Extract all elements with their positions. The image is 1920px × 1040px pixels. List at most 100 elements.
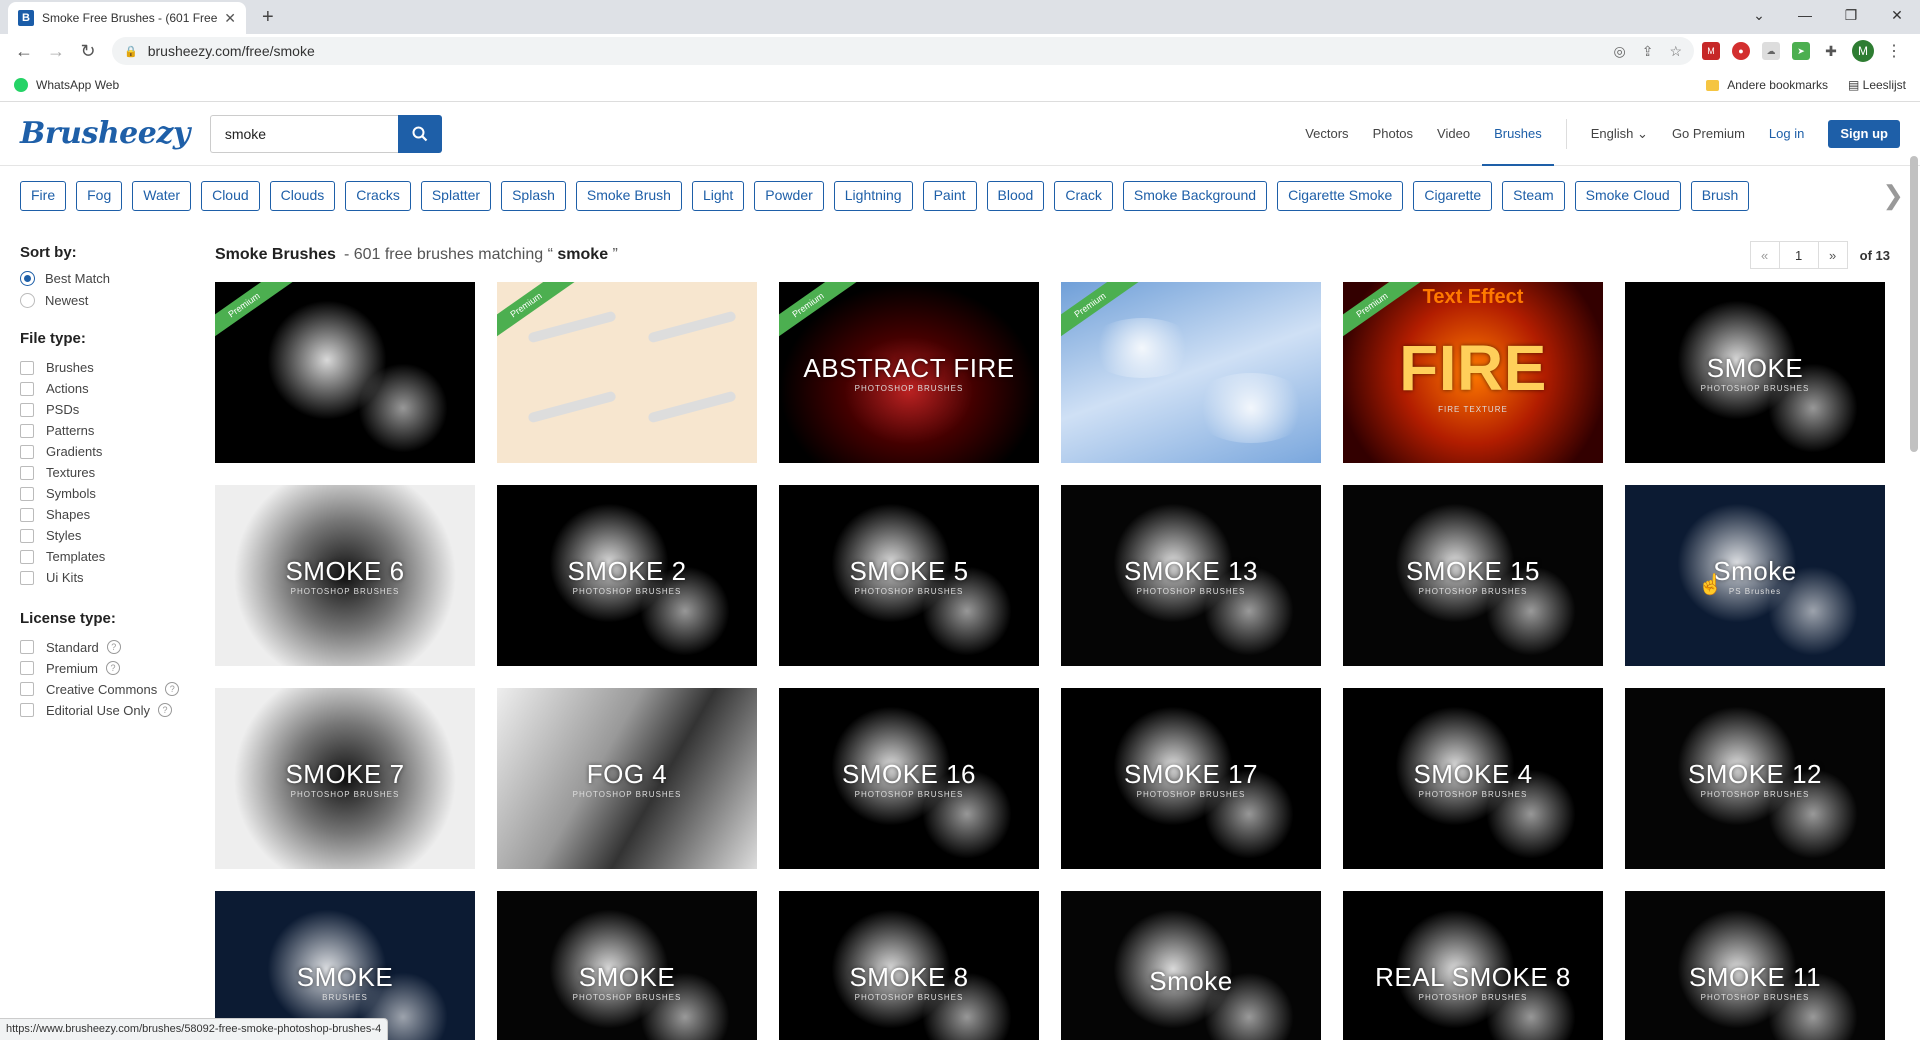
tag-smoke-cloud[interactable]: Smoke Cloud	[1574, 181, 1681, 211]
checkbox[interactable]	[20, 360, 34, 375]
checkbox[interactable]	[20, 423, 34, 438]
bookmark-whatsapp[interactable]: WhatsApp Web	[36, 78, 119, 92]
brush-thumbnail[interactable]: Premium	[215, 282, 475, 463]
checkbox[interactable]	[20, 570, 34, 585]
filter-patterns[interactable]: Patterns	[20, 420, 195, 441]
checkbox[interactable]	[20, 549, 34, 564]
brush-thumbnail[interactable]: SMOKE 12 PHOTOSHOP BRUSHES	[1625, 688, 1885, 869]
sort-best-match[interactable]: Best Match	[20, 271, 195, 286]
filter-shapes[interactable]: Shapes	[20, 504, 195, 525]
close-window-icon[interactable]: ✕	[1874, 0, 1920, 30]
tags-next-icon[interactable]: ❯	[1882, 180, 1904, 211]
brush-thumbnail[interactable]: SMOKE 17 PHOTOSHOP BRUSHES	[1061, 688, 1321, 869]
tag-splash[interactable]: Splash	[501, 181, 566, 211]
extension-badge-icon[interactable]: ●	[1732, 42, 1750, 60]
license-premium[interactable]: Premium?	[20, 658, 195, 678]
tracking-eye-icon[interactable]: ◎	[1613, 43, 1625, 60]
tag-fog[interactable]: Fog	[76, 181, 123, 211]
prev-page-icon[interactable]: «	[1749, 241, 1780, 269]
radio-unchecked[interactable]	[20, 293, 35, 308]
checkbox[interactable]	[20, 444, 34, 459]
tag-brush[interactable]: Brush	[1690, 181, 1750, 211]
menu-kebab-icon[interactable]: ⋮	[1886, 41, 1902, 61]
checkbox[interactable]	[20, 402, 34, 417]
brush-thumbnail[interactable]: SMOKE 2 PHOTOSHOP BRUSHES	[497, 485, 757, 666]
license-standard[interactable]: Standard?	[20, 637, 195, 657]
tag-cigarette-smoke[interactable]: Cigarette Smoke	[1277, 181, 1404, 211]
nav-video[interactable]: Video	[1425, 102, 1482, 166]
tab-close-icon[interactable]: ✕	[224, 10, 236, 27]
share-icon[interactable]: ⇪	[1642, 43, 1654, 60]
puzzle-icon[interactable]: ✚	[1822, 42, 1840, 60]
brush-thumbnail[interactable]: SMOKE 8 PHOTOSHOP BRUSHES	[779, 891, 1039, 1040]
tag-splatter[interactable]: Splatter	[420, 181, 492, 211]
brush-thumbnail[interactable]: Text Effect Premium FIRE FIRE TEXTURE	[1343, 282, 1603, 463]
tag-smoke-brush[interactable]: Smoke Brush	[575, 181, 682, 211]
help-icon[interactable]: ?	[158, 703, 173, 717]
nav-photos[interactable]: Photos	[1361, 102, 1425, 166]
language-select[interactable]: English ⌄	[1579, 102, 1660, 166]
tag-powder[interactable]: Powder	[754, 181, 824, 211]
filter-actions[interactable]: Actions	[20, 378, 195, 399]
brush-thumbnail[interactable]: Premium ABSTRACT FIRE PHOTOSHOP BRUSHES	[779, 282, 1039, 463]
filter-brushes[interactable]: Brushes	[20, 357, 195, 378]
profile-avatar[interactable]: M	[1852, 40, 1874, 62]
nav-brushes[interactable]: Brushes	[1482, 102, 1554, 166]
filter-templates[interactable]: Templates	[20, 546, 195, 567]
page-number[interactable]: 1	[1779, 241, 1818, 269]
reload-icon[interactable]: ↻	[72, 41, 104, 62]
minimize-icon[interactable]: —	[1782, 0, 1828, 30]
extension-arrow-icon[interactable]: ➤	[1792, 42, 1810, 60]
sort-newest[interactable]: Newest	[20, 293, 195, 308]
tab-search-icon[interactable]: ⌄	[1736, 0, 1782, 30]
filter-psds[interactable]: PSDs	[20, 399, 195, 420]
restore-icon[interactable]: ❐	[1828, 0, 1874, 30]
brush-thumbnail[interactable]: Smoke PS Brushes	[1625, 485, 1885, 666]
radio-checked[interactable]	[20, 271, 35, 286]
extension-cloud-icon[interactable]: ☁	[1762, 42, 1780, 60]
page-scrollbar[interactable]	[1910, 156, 1918, 452]
tag-crack[interactable]: Crack	[1054, 181, 1113, 211]
tag-light[interactable]: Light	[691, 181, 745, 211]
browser-tab[interactable]: B Smoke Free Brushes - (601 Free ✕	[8, 2, 246, 34]
search-button[interactable]	[397, 114, 442, 153]
checkbox[interactable]	[20, 640, 34, 654]
brush-thumbnail[interactable]: SMOKE 13 PHOTOSHOP BRUSHES	[1061, 485, 1321, 666]
signup-button[interactable]: Sign up	[1828, 119, 1900, 148]
checkbox[interactable]	[20, 528, 34, 543]
next-page-icon[interactable]: »	[1817, 241, 1848, 269]
license-creative-commons[interactable]: Creative Commons?	[20, 679, 195, 699]
tag-fire[interactable]: Fire	[20, 181, 67, 211]
brush-thumbnail[interactable]: SMOKE 15 PHOTOSHOP BRUSHES	[1343, 485, 1603, 666]
help-icon[interactable]: ?	[106, 640, 121, 654]
search-input[interactable]	[209, 114, 398, 153]
tag-blood[interactable]: Blood	[986, 181, 1045, 211]
tag-steam[interactable]: Steam	[1502, 181, 1565, 211]
back-icon[interactable]: ←	[8, 41, 40, 62]
reading-list[interactable]: ▤ Leeslijst	[1848, 78, 1906, 92]
tag-lightning[interactable]: Lightning	[833, 181, 913, 211]
tag-cloud[interactable]: Cloud	[201, 181, 260, 211]
brush-thumbnail[interactable]: REAL SMOKE 8 PHOTOSHOP BRUSHES	[1343, 891, 1603, 1040]
login-link[interactable]: Log in	[1757, 102, 1816, 166]
new-tab-icon[interactable]: +	[262, 6, 274, 29]
tag-cigarette[interactable]: Cigarette	[1413, 181, 1493, 211]
gmail-extension-icon[interactable]: M	[1702, 42, 1720, 60]
filter-styles[interactable]: Styles	[20, 525, 195, 546]
help-icon[interactable]: ?	[106, 661, 121, 675]
help-icon[interactable]: ?	[165, 682, 180, 696]
brush-thumbnail[interactable]: SMOKE PHOTOSHOP BRUSHES	[1625, 282, 1885, 463]
brush-thumbnail[interactable]: Premium	[1061, 282, 1321, 463]
brush-thumbnail[interactable]: SMOKE 7 PHOTOSHOP BRUSHES	[215, 688, 475, 869]
filter-symbols[interactable]: Symbols	[20, 483, 195, 504]
go-premium-link[interactable]: Go Premium	[1660, 102, 1757, 166]
tag-clouds[interactable]: Clouds	[269, 181, 336, 211]
filter-textures[interactable]: Textures	[20, 462, 195, 483]
brush-thumbnail[interactable]: SMOKE PHOTOSHOP BRUSHES	[497, 891, 757, 1040]
brush-thumbnail[interactable]: SMOKE 11 PHOTOSHOP BRUSHES	[1625, 891, 1885, 1040]
checkbox[interactable]	[20, 465, 34, 480]
brush-thumbnail[interactable]: FOG 4 PHOTOSHOP BRUSHES	[497, 688, 757, 869]
brush-thumbnail[interactable]: Smoke	[1061, 891, 1321, 1040]
checkbox[interactable]	[20, 507, 34, 522]
bookmark-star-icon[interactable]: ☆	[1669, 43, 1682, 60]
